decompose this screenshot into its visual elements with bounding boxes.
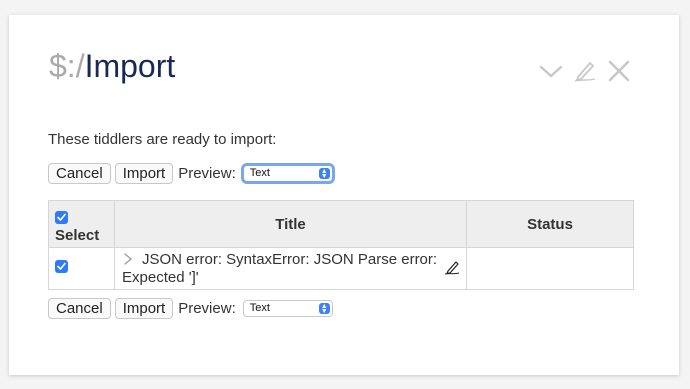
select-all-checkbox[interactable]	[55, 211, 68, 224]
preview-label: Preview:	[178, 165, 236, 182]
preview-label-bottom: Preview:	[178, 300, 236, 317]
chevron-right-icon[interactable]	[122, 252, 134, 265]
page-title: $:/Import	[49, 46, 175, 86]
select-stepper-icon-bottom: ▲ ▼	[318, 303, 330, 315]
import-tiddler-card: $:/Import These tiddlers are ready to im…	[9, 15, 679, 375]
title-column-header: Title	[114, 200, 467, 248]
import-button-bottom[interactable]: Import	[114, 298, 174, 319]
preview-select-bottom[interactable]: Text ▲ ▼	[242, 300, 333, 317]
table-row: JSON error: SyntaxError: JSON Parse erro…	[48, 247, 634, 290]
select-column-label: Select	[55, 227, 100, 244]
table-header-row: Select Title Status	[48, 200, 634, 248]
import-table: Select Title Status JSON error: SyntaxEr…	[48, 200, 634, 290]
tiddler-controls	[539, 59, 631, 83]
edit-title-icon[interactable]	[444, 259, 460, 275]
import-toolbar-bottom: Cancel Import Preview: Text ▲ ▼	[48, 298, 333, 319]
row-status-cell	[466, 247, 634, 290]
select-stepper-icon: ▲ ▼	[318, 168, 330, 180]
edit-icon[interactable]	[573, 59, 597, 83]
cancel-button-bottom[interactable]: Cancel	[48, 298, 111, 319]
cancel-button[interactable]: Cancel	[48, 163, 111, 184]
import-toolbar-top: Cancel Import Preview: Text ▲ ▼	[48, 163, 333, 184]
chevron-down-icon[interactable]	[539, 59, 563, 83]
row-title-line1: JSON error: SyntaxError: JSON Parse erro…	[142, 251, 438, 268]
title-name: Import	[84, 48, 176, 84]
select-column-header: Select	[48, 200, 115, 248]
preview-select-value-bottom: Text	[249, 302, 270, 314]
preview-select[interactable]: Text ▲ ▼	[242, 165, 333, 182]
import-button[interactable]: Import	[114, 163, 174, 184]
close-icon[interactable]	[607, 59, 631, 83]
title-prefix: $:/	[49, 48, 85, 84]
row-title-line2: Expected ']'	[122, 269, 199, 286]
import-intro-text: These tiddlers are ready to import:	[48, 131, 277, 148]
preview-select-value: Text	[249, 167, 270, 179]
row-title-cell: JSON error: SyntaxError: JSON Parse erro…	[114, 247, 467, 290]
row-checkbox[interactable]	[55, 260, 68, 273]
status-column-header: Status	[466, 200, 634, 248]
row-select-cell	[48, 247, 115, 290]
